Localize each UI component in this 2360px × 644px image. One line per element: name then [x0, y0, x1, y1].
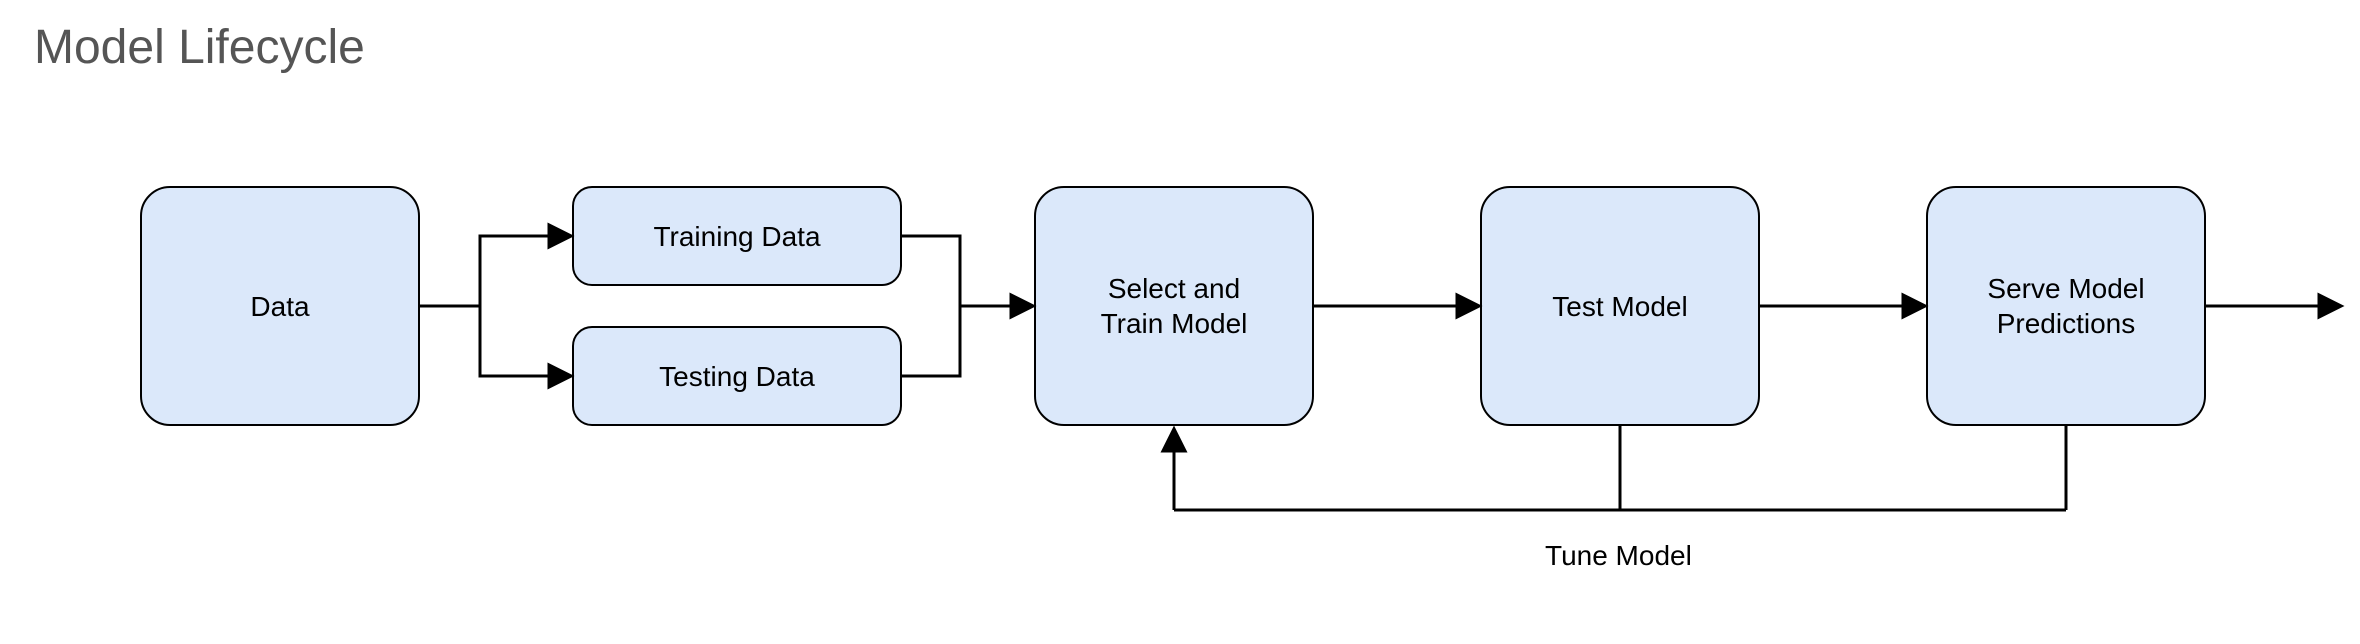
node-select-train: Select and Train Model: [1034, 186, 1314, 426]
node-testing-data-label: Testing Data: [659, 359, 815, 394]
node-select-train-label: Select and Train Model: [1101, 271, 1248, 341]
feedback-label: Tune Model: [1545, 540, 1692, 572]
node-training-data: Training Data: [572, 186, 902, 286]
node-serve: Serve Model Predictions: [1926, 186, 2206, 426]
node-data-label: Data: [250, 289, 309, 324]
diagram-title: Model Lifecycle: [34, 20, 365, 75]
node-testing-data: Testing Data: [572, 326, 902, 426]
node-data: Data: [140, 186, 420, 426]
node-test-model: Test Model: [1480, 186, 1760, 426]
node-training-data-label: Training Data: [653, 219, 820, 254]
diagram-canvas: Model Lifecycle Data Training Data Testi…: [0, 0, 2360, 644]
node-serve-label: Serve Model Predictions: [1987, 271, 2144, 341]
node-test-model-label: Test Model: [1552, 289, 1687, 324]
